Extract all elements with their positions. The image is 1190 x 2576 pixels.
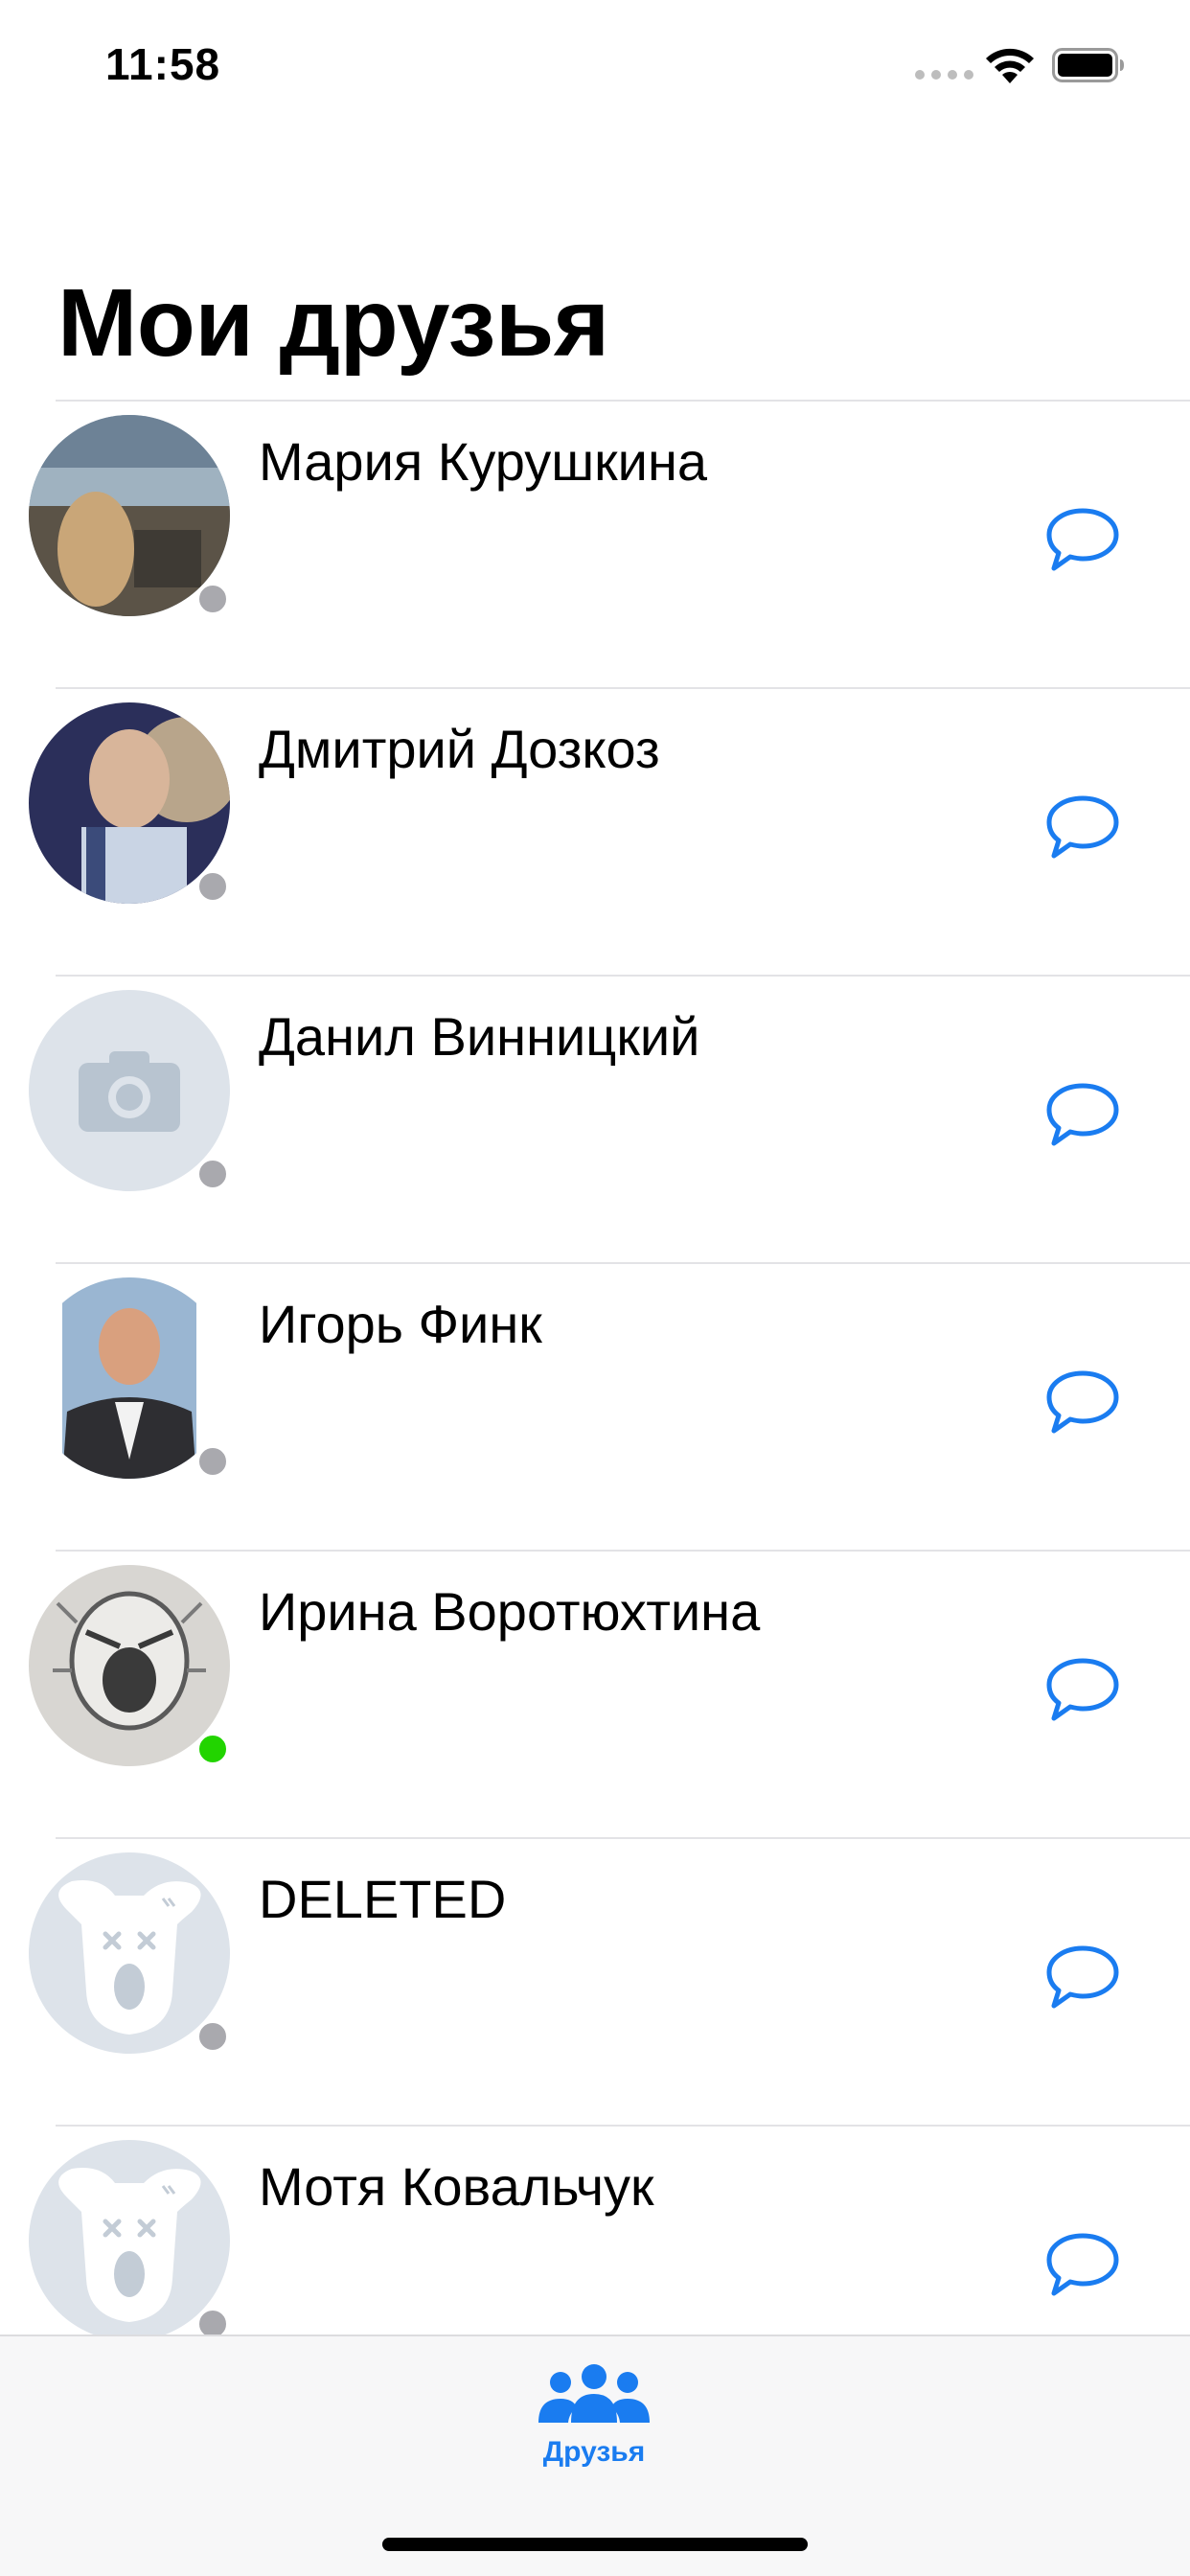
friend-name: Мария Курушкина xyxy=(259,431,708,492)
message-icon[interactable] xyxy=(1044,1655,1121,1724)
message-icon[interactable] xyxy=(1044,2230,1121,2299)
page-title: Мои друзья xyxy=(57,269,609,377)
status-offline-dot xyxy=(195,2019,230,2054)
status-offline-dot xyxy=(195,869,230,904)
friend-name: Мотя Ковальчук xyxy=(259,2156,654,2217)
message-icon[interactable] xyxy=(1044,793,1121,862)
home-indicator[interactable] xyxy=(382,2538,808,2551)
status-online-dot xyxy=(195,1732,230,1766)
friend-name: Игорь Финк xyxy=(259,1294,542,1354)
status-bar: 11:58 xyxy=(0,0,1190,134)
wifi-icon xyxy=(986,48,1034,83)
friend-row[interactable]: Дмитрий Дозкоз xyxy=(0,687,1190,975)
divider xyxy=(56,400,1190,402)
signal-icon xyxy=(915,70,973,80)
divider xyxy=(56,2125,1190,2127)
divider xyxy=(56,687,1190,689)
friend-row[interactable]: DELETED xyxy=(0,1837,1190,2125)
friend-name: DELETED xyxy=(259,1869,507,1929)
friend-name: Дмитрий Дозкоз xyxy=(259,719,660,779)
tab-label: Друзья xyxy=(542,2436,646,2468)
divider xyxy=(56,1550,1190,1552)
message-icon[interactable] xyxy=(1044,1943,1121,2012)
friend-row[interactable]: Данил Винницкий xyxy=(0,975,1190,1262)
friend-row[interactable]: Мария Курушкина xyxy=(0,400,1190,687)
divider xyxy=(56,1837,1190,1839)
friend-name: Ирина Воротюхтина xyxy=(259,1581,761,1642)
status-offline-dot xyxy=(195,1157,230,1191)
friend-list: Мария Курушкина Дмитрий Дозкоз Данил Вин… xyxy=(0,400,1190,2412)
message-icon[interactable] xyxy=(1044,505,1121,574)
friends-screen: 11:58 Мои друзья Мария Курушкина Дмитрий… xyxy=(0,0,1190,2576)
divider xyxy=(56,1262,1190,1264)
status-time: 11:58 xyxy=(105,39,221,89)
message-icon[interactable] xyxy=(1044,1368,1121,1437)
status-offline-dot xyxy=(195,582,230,616)
message-icon[interactable] xyxy=(1044,1080,1121,1149)
tab-friends[interactable]: Друзья xyxy=(517,2356,671,2499)
status-offline-dot xyxy=(195,1444,230,1479)
friend-name: Данил Винницкий xyxy=(259,1006,700,1067)
people-icon xyxy=(538,2364,650,2423)
friend-row[interactable]: Ирина Воротюхтина xyxy=(0,1550,1190,1837)
divider xyxy=(56,975,1190,977)
friend-row[interactable]: Игорь Финк xyxy=(0,1262,1190,1550)
battery-icon xyxy=(1052,48,1124,82)
